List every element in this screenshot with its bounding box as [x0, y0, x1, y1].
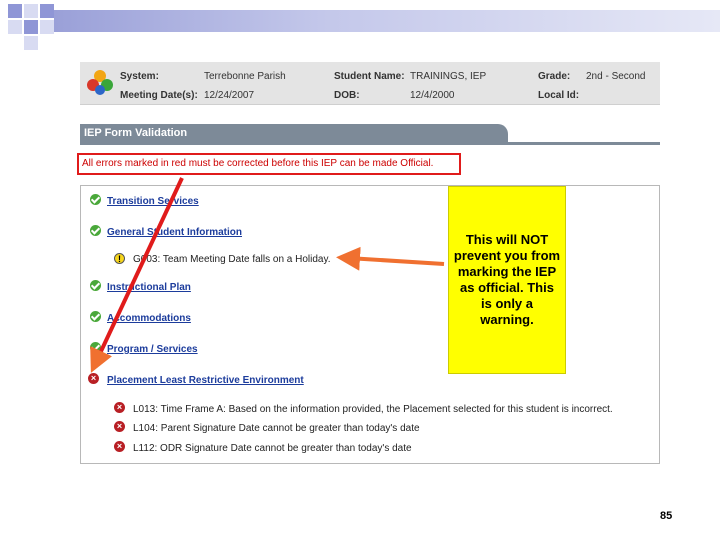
- system-label: System:: [120, 71, 159, 82]
- validation-link-instructional-plan[interactable]: Instructional Plan: [107, 282, 191, 293]
- check-icon: [90, 311, 101, 322]
- check-icon: [90, 280, 101, 291]
- dob-value: 12/4/2000: [410, 90, 455, 101]
- student-header: System: Terrebonne Parish Student Name: …: [80, 62, 660, 105]
- grade-label: Grade:: [538, 71, 571, 82]
- student-label: Student Name:: [334, 71, 405, 82]
- error-notice: All errors marked in red must be correct…: [77, 153, 461, 175]
- deco-square: [24, 4, 38, 18]
- error-icon: ×: [88, 373, 99, 384]
- check-icon: [90, 194, 101, 205]
- deco-square: [40, 4, 54, 18]
- warning-icon: !: [114, 253, 125, 264]
- warning-message: G003: Team Meeting Date falls on a Holid…: [133, 254, 331, 265]
- deco-square: [24, 20, 38, 34]
- deco-square: [40, 20, 54, 34]
- student-value: TRAININGS, IEP: [410, 71, 487, 82]
- error-message: L112: ODR Signature Date cannot be great…: [133, 443, 412, 454]
- error-message: L013: Time Frame A: Based on the informa…: [133, 404, 613, 415]
- local-id-label: Local Id:: [538, 90, 580, 101]
- iep-screenshot: System: Terrebonne Parish Student Name: …: [77, 62, 660, 465]
- grade-value: 2nd - Second: [586, 71, 646, 82]
- section-divider: [80, 142, 660, 145]
- dob-label: DOB:: [334, 90, 360, 101]
- validation-link-accommodations[interactable]: Accommodations: [107, 313, 191, 324]
- deco-square: [24, 36, 38, 50]
- deco-square: [8, 4, 22, 18]
- validation-link-transition-services[interactable]: Transition Services: [107, 196, 199, 207]
- title-band: [54, 10, 720, 32]
- warning-callout: This will NOT prevent you from marking t…: [448, 186, 566, 374]
- app-logo-icon: [87, 70, 113, 95]
- error-message: L104: Parent Signature Date cannot be gr…: [133, 423, 420, 434]
- check-icon: [90, 342, 101, 353]
- validation-panel: Transition Services General Student Info…: [80, 185, 660, 464]
- error-icon: ×: [114, 441, 125, 452]
- validation-link-general-student-information[interactable]: General Student Information: [107, 227, 242, 238]
- meeting-date-value: 12/24/2007: [204, 90, 255, 101]
- deco-square: [8, 20, 22, 34]
- validation-link-program-services[interactable]: Program / Services: [107, 344, 198, 355]
- validation-link-placement-lre[interactable]: Placement Least Restrictive Environment: [107, 375, 304, 386]
- error-icon: ×: [114, 421, 125, 432]
- slide-decoration: [0, 0, 720, 50]
- meeting-date-label: Meeting Date(s):: [120, 90, 198, 101]
- page-number: 85: [660, 510, 673, 522]
- section-header: IEP Form Validation: [80, 124, 508, 142]
- system-value: Terrebonne Parish: [204, 71, 286, 82]
- section-title: IEP Form Validation: [84, 127, 188, 139]
- error-icon: ×: [114, 402, 125, 413]
- check-icon: [90, 225, 101, 236]
- callout-text: This will NOT prevent you from marking t…: [453, 232, 561, 327]
